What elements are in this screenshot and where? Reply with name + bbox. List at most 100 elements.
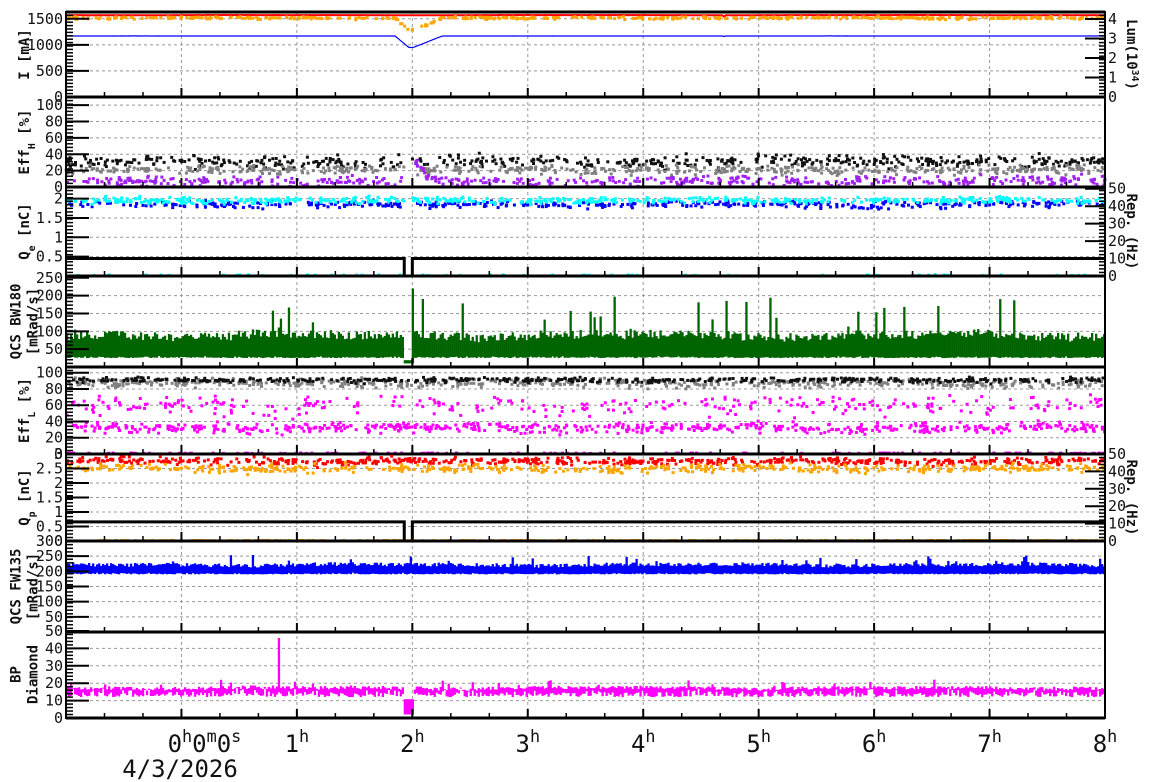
data-point [662,16,665,20]
data-point [289,166,293,170]
data-point [970,196,974,200]
data-point [263,156,266,160]
data-point [250,168,254,172]
data-point [1050,17,1054,21]
data-point [560,405,564,409]
data-bar [403,360,406,364]
data-point [505,171,509,174]
data-bar [891,334,894,358]
data-point [718,15,722,19]
data-bar [581,336,584,358]
data-bar [177,338,181,358]
data-point [216,168,220,172]
data-bar [263,330,267,358]
data-point [361,180,365,184]
data-point [1065,16,1069,20]
data-point [463,158,467,162]
data-point [972,176,976,180]
data-point [986,169,990,173]
data-point [661,203,665,206]
data-bar [391,333,394,358]
data-point [155,156,159,160]
data-point [968,17,972,21]
data-bar [713,332,716,358]
data-bar [1087,338,1090,358]
data-point [834,159,838,163]
data-point [978,197,982,201]
data-point [576,383,580,387]
data-bar [589,311,592,357]
data-point [683,201,687,205]
data-bar [293,332,297,358]
data-point [223,178,227,182]
data-bar [485,340,488,358]
data-bar [1005,334,1008,357]
data-point [890,166,893,170]
data-bar [575,336,578,358]
data-point [260,384,263,388]
data-point [115,162,119,166]
data-bar [211,336,215,358]
data-point [856,195,860,199]
data-point [731,383,735,387]
data-point [375,169,379,173]
data-point [190,16,194,20]
data-point [274,203,278,207]
data-point [449,197,453,201]
data-point [790,177,794,181]
data-point [667,167,670,171]
data-bar [1035,340,1038,358]
data-bar [1059,339,1062,358]
data-point [582,385,586,389]
data-point [206,16,210,20]
data-bar [157,338,161,356]
data-point [815,16,819,20]
data-point [298,197,302,201]
data-point [311,169,315,173]
data-point [259,197,263,201]
data-point [764,379,768,382]
data-point [1095,202,1099,206]
data-point [907,203,910,207]
data-point [878,408,882,412]
data-point [796,16,800,20]
data-point [607,378,611,382]
data-point [241,167,245,171]
data-bar [1025,339,1028,358]
data-point [278,16,282,20]
y-tick-label: 1500 [27,10,63,28]
data-point [1044,17,1048,21]
data-point [877,170,881,173]
data-point [207,199,211,203]
data-point [322,159,325,163]
data-bar [745,301,748,358]
data-point [731,162,735,166]
data-point [657,199,661,202]
data-point [610,376,614,380]
data-point [614,181,618,184]
data-point [531,178,535,181]
data-point [467,196,471,200]
data-point [219,378,223,382]
data-point [643,378,647,382]
data-point [882,179,886,183]
data-point [778,200,782,204]
data-point [104,194,108,198]
data-point [823,16,827,20]
data-point [963,178,967,182]
data-point [160,175,164,179]
y-axis-label: EffH [%] [17,110,38,175]
data-bar [767,337,770,358]
data-point [515,16,519,20]
data-bar [84,336,87,357]
data-point [740,376,744,380]
data-point [979,173,983,177]
data-point [1004,178,1008,182]
data-point [823,381,827,385]
data-point [582,201,585,205]
data-bar [739,333,742,358]
data-point [457,379,461,383]
data-bar [203,332,207,357]
data-bar [829,339,832,358]
data-point [806,382,810,386]
